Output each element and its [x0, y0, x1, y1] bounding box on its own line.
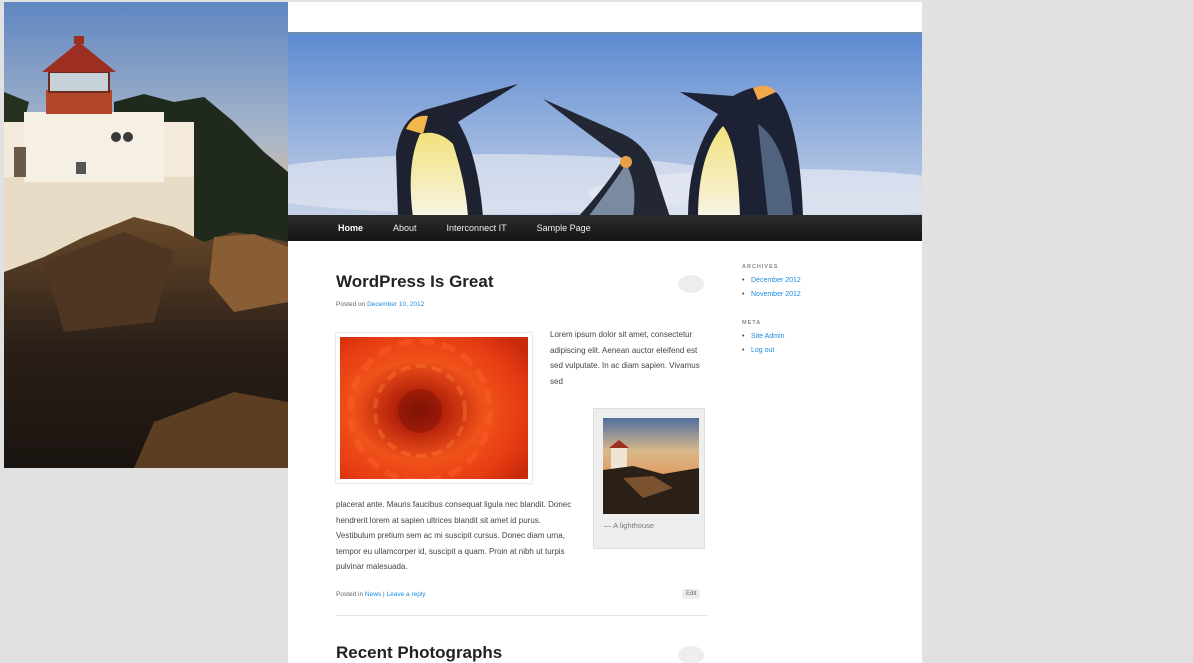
header-image[interactable] [288, 32, 922, 215]
archive-link[interactable]: November 2012 [742, 288, 892, 302]
comment-bubble-icon[interactable] [678, 275, 704, 293]
meta-widget: Meta Site Admin Log out [742, 320, 892, 358]
leave-reply-link[interactable]: Leave a reply [387, 591, 426, 598]
archive-link[interactable]: December 2012 [742, 274, 892, 288]
comment-bubble-icon-2[interactable] [678, 646, 704, 663]
page-container: Home About Interconnect IT Sample Page W… [288, 2, 922, 663]
edit-button[interactable]: Edit [682, 589, 701, 599]
post-date-link[interactable]: December 10, 2012 [367, 301, 424, 308]
post-body-text-right: Lorem ipsum dolor sit amet, consectetur … [550, 330, 700, 386]
archives-title: Archives [742, 264, 779, 270]
nav-item-about[interactable]: About [387, 219, 423, 237]
footer-separator: | [383, 591, 385, 598]
image-caption: — A lighthouse [604, 521, 655, 530]
log-out-link[interactable]: Log out [742, 344, 892, 358]
category-link[interactable]: News [365, 591, 381, 598]
flower-image[interactable] [336, 333, 532, 483]
nav-item-sample-page[interactable]: Sample Page [531, 219, 597, 237]
main-navigation: Home About Interconnect IT Sample Page [288, 215, 922, 241]
post-meta: Posted on December 10, 2012 [336, 301, 424, 308]
post-divider [336, 615, 708, 616]
caption-text: A lighthouse [613, 521, 655, 530]
post-meta-prefix: Posted on [336, 301, 366, 308]
meta-title: Meta [742, 320, 762, 326]
archives-widget: Archives December 2012 November 2012 [742, 264, 892, 302]
sidebar: Archives December 2012 November 2012 Met… [742, 264, 892, 376]
post-footer-prefix: Posted in [336, 591, 364, 598]
lighthouse-thumbnail[interactable] [603, 418, 699, 514]
post-body-text-bottom: placerat ante. Mauris faucibus consequat… [336, 500, 572, 571]
post-footer: Posted in News | Leave a reply [336, 591, 426, 598]
background-lighthouse-image [4, 2, 288, 468]
post-title-2[interactable]: Recent Photographs [336, 643, 502, 663]
image-caption-box: — A lighthouse [593, 408, 705, 549]
post-title[interactable]: WordPress Is Great [336, 272, 493, 292]
site-admin-link[interactable]: Site Admin [742, 330, 892, 344]
nav-item-interconnect-it[interactable]: Interconnect IT [441, 219, 513, 237]
nav-item-home[interactable]: Home [332, 219, 369, 237]
